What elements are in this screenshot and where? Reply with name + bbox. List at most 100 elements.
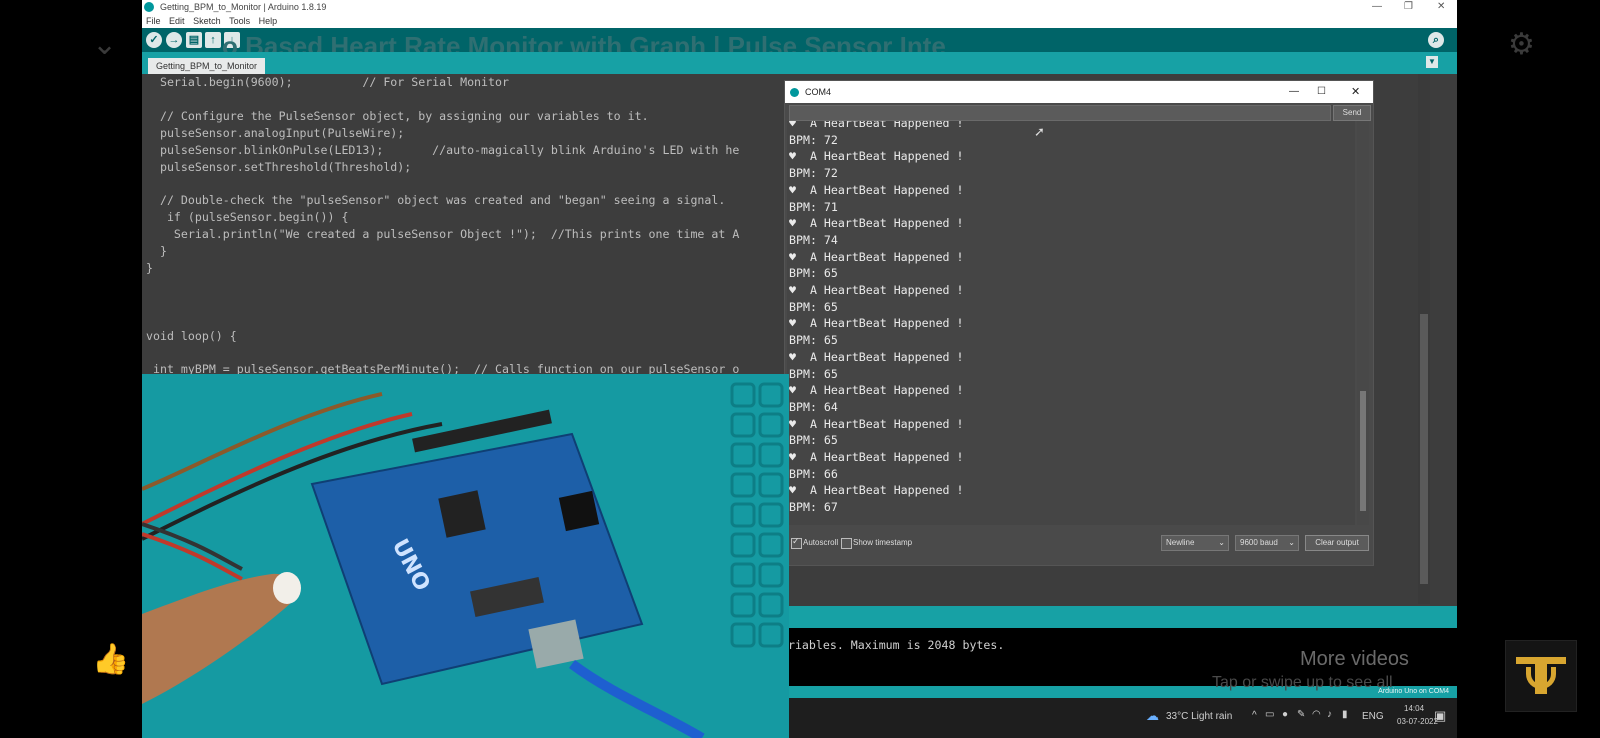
collapse-chevron-icon[interactable]: ⌄ (92, 30, 117, 60)
show-timestamp-checkbox[interactable] (841, 538, 852, 549)
close-icon[interactable]: ✕ (1351, 81, 1360, 103)
new-sketch-icon[interactable]: ▤ (186, 32, 202, 48)
clear-output-button[interactable]: Clear output (1305, 535, 1369, 551)
battery-icon[interactable]: ▮ (1342, 709, 1348, 720)
close-icon[interactable]: ✕ (1437, 0, 1445, 14)
code-line[interactable]: // Double-check the "pulseSensor" object… (146, 192, 739, 209)
code-line[interactable]: } (146, 260, 739, 277)
tab-bar: Getting_BPM_to_Monitor ▼ (142, 52, 1457, 74)
serial-monitor-title: COM4 (805, 87, 832, 97)
code-line[interactable]: Serial.println("We created a pulseSensor… (146, 226, 739, 243)
tab-menu-icon[interactable]: ▼ (1426, 56, 1438, 68)
webcam-inset: UNO (142, 374, 789, 738)
menu-edit[interactable]: Edit (169, 16, 185, 26)
serial-monitor-icon[interactable]: ⌕ (1428, 32, 1444, 48)
verify-icon[interactable]: ✓ (146, 32, 162, 48)
console-text: variables. Maximum is 2048 bytes. (774, 638, 1005, 652)
bpm-line: BPM: 71 (789, 199, 838, 214)
more-videos-title[interactable]: More videos (1300, 648, 1409, 671)
code-line[interactable] (146, 175, 739, 192)
autoscroll-label: Autoscroll (803, 538, 839, 547)
weather-icon: ☁ (1146, 708, 1159, 723)
code-line[interactable] (146, 91, 739, 108)
notification-icon[interactable]: ▣ (1434, 708, 1446, 724)
code-line[interactable]: void loop() { (146, 328, 739, 345)
code-line[interactable]: Serial.begin(9600); // For Serial Monito… (146, 74, 739, 91)
code-line[interactable]: if (pulseSensor.begin()) { (146, 209, 739, 226)
autoscroll-checkbox[interactable]: ✓ (791, 536, 802, 549)
editor-scrollbar-thumb[interactable] (1420, 314, 1428, 584)
serial-scrollbar-thumb[interactable] (1360, 391, 1366, 511)
clock-time[interactable]: 14:04 (1404, 704, 1424, 713)
code-text[interactable]: Serial.begin(9600); // For Serial Monito… (146, 74, 739, 378)
heartbeat-line: ♥ A HeartBeat Happened ! (789, 249, 964, 264)
tray-up-arrow-icon[interactable]: ^ (1252, 710, 1257, 721)
heartbeat-line: ♥ A HeartBeat Happened ! (789, 149, 964, 164)
mouse-cursor-icon: ➚ (1034, 124, 1045, 139)
clock-date[interactable]: 03-07-2022 (1397, 717, 1438, 726)
code-line[interactable]: pulseSensor.setThreshold(Threshold); (146, 159, 739, 176)
send-button[interactable]: Send (1333, 105, 1371, 121)
bpm-line: BPM: 72 (789, 166, 838, 181)
code-line[interactable]: } (146, 243, 739, 260)
code-line[interactable]: pulseSensor.blinkOnPulse(LED13); //auto-… (146, 142, 739, 159)
heartbeat-line: ♥ A HeartBeat Happened ! (789, 349, 964, 364)
baud-select[interactable]: 9600 baud ⌄ (1235, 535, 1299, 551)
code-line[interactable] (146, 345, 739, 362)
open-sketch-icon[interactable]: ↑ (205, 32, 221, 48)
tray-cloud-icon: ▭ (1265, 709, 1275, 720)
tab-sketch[interactable]: Getting_BPM_to_Monitor (148, 58, 266, 74)
heartbeat-line: ♥ A HeartBeat Happened ! (789, 483, 964, 498)
bpm-line: BPM: 65 (789, 299, 838, 314)
serial-monitor-footer: ✓ Autoscroll Show timestamp Newline ⌄ 96… (785, 529, 1373, 565)
channel-logo[interactable] (1505, 640, 1577, 712)
window-title: Getting_BPM_to_Monitor | Arduino 1.8.19 (160, 2, 327, 12)
window-titlebar: Getting_BPM_to_Monitor | Arduino 1.8.19 … (142, 0, 1457, 14)
bpm-line: BPM: 74 (789, 232, 838, 247)
bpm-line: BPM: 65 (789, 333, 838, 348)
heartbeat-line: ♥ A HeartBeat Happened ! (789, 216, 964, 231)
baud-value: 9600 baud (1240, 538, 1278, 547)
minimize-icon[interactable]: — (1289, 81, 1299, 103)
serial-scrollbar[interactable] (1357, 121, 1369, 525)
serial-monitor-titlebar: COM4 — ☐ ✕ (785, 81, 1373, 103)
heartbeat-line: ♥ A HeartBeat Happened ! (789, 416, 964, 431)
line-ending-select[interactable]: Newline ⌄ (1161, 535, 1229, 551)
weather-text[interactable]: 33°C Light rain (1166, 711, 1232, 722)
menu-sketch[interactable]: Sketch (193, 16, 221, 26)
show-timestamp-label: Show timestamp (853, 538, 913, 547)
bpm-line: BPM: 64 (789, 399, 838, 414)
code-line[interactable] (146, 311, 739, 328)
maximize-icon[interactable]: ☐ (1317, 81, 1326, 103)
menu-help[interactable]: Help (259, 16, 278, 26)
heartbeat-line: ♥ A HeartBeat Happened ! (789, 383, 964, 398)
code-line[interactable]: pulseSensor.analogInput(PulseWire); (146, 125, 739, 142)
bpm-line: BPM: 67 (789, 500, 838, 515)
arduino-board-illustration: UNO (142, 382, 784, 738)
code-line[interactable] (146, 277, 739, 294)
bpm-line: BPM: 65 (789, 433, 838, 448)
code-line[interactable]: // Configure the PulseSensor object, by … (146, 108, 739, 125)
language-indicator[interactable]: ENG (1362, 711, 1384, 722)
mat-grid (730, 382, 784, 648)
editor-scrollbar[interactable] (1418, 74, 1430, 604)
menu-bar: File Edit Sketch Tools Help (142, 14, 1457, 28)
channel-logo-bar (1516, 657, 1566, 664)
arduino-logo-icon (790, 88, 799, 97)
code-line[interactable] (146, 294, 739, 311)
thumbs-up-icon[interactable]: 👍 (92, 645, 129, 675)
menu-file[interactable]: File (146, 16, 161, 26)
volume-icon[interactable]: ♪ (1327, 709, 1332, 720)
serial-output[interactable]: ♥ A HeartBeat Happened ! BPM: 72 ♥ A Heart… (787, 121, 1355, 525)
wifi-icon[interactable]: ◠ (1312, 709, 1321, 720)
upload-icon[interactable]: → (166, 32, 182, 48)
settings-gear-icon[interactable]: ⚙ (1508, 30, 1535, 60)
heartbeat-line: ♥ A HeartBeat Happened ! (789, 316, 964, 331)
maximize-icon[interactable]: ❐ (1404, 0, 1413, 14)
minimize-icon[interactable]: — (1372, 0, 1382, 14)
menu-tools[interactable]: Tools (229, 16, 250, 26)
heartbeat-line: ♥ A HeartBeat Happened ! (789, 283, 964, 297)
bpm-line: BPM: 65 (789, 366, 838, 381)
serial-input[interactable] (789, 105, 1331, 121)
line-ending-value: Newline (1166, 538, 1195, 547)
